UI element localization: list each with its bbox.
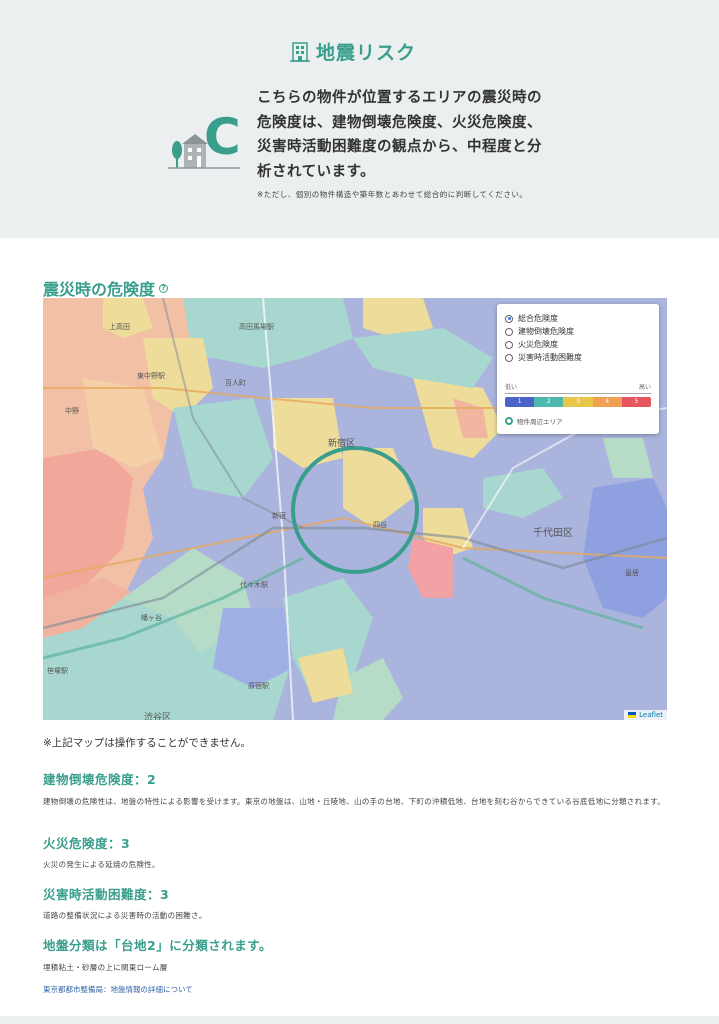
hazard-map: 上高田 東中野駅 中野 高田馬場駅 百人町 新宿区 新宿 四谷 千代田区 代々木… (43, 298, 667, 720)
map-label: 中野 (65, 407, 79, 415)
activity-risk-text: 道路の整備状況による災害時の活動の困難さ。 (43, 911, 207, 920)
fire-risk-text: 火災の発生による延焼の危険性。 (43, 860, 160, 869)
scale-arrow (505, 393, 651, 394)
scale-level-4: 4 (592, 397, 622, 407)
risk-grade: C (204, 108, 241, 166)
legend-option-activity[interactable]: 災害時活動困難度 (505, 351, 651, 364)
scale-labels: 低い 高い (505, 382, 651, 391)
scale-level-3: 3 (563, 397, 593, 407)
area-ring-icon (505, 417, 513, 425)
map-label: 新宿区 (328, 439, 356, 449)
map-label: 千代田区 (533, 528, 573, 539)
flag-icon (628, 712, 637, 718)
risk-note: ※ただし、個別の物件構造や築年数とあわせて総合的に判断してください。 (257, 190, 528, 199)
activity-risk-title: 災害時活動困難度：3 (43, 887, 170, 902)
map-label: 原宿駅 (248, 682, 269, 690)
legend-option-fire[interactable]: 火災危険度 (505, 338, 651, 351)
radio-fire[interactable] (505, 340, 513, 349)
legend-option-label: 火災危険度 (518, 340, 558, 349)
scale-level-5: 5 (621, 397, 651, 407)
scale-low-label: 低い (505, 384, 518, 391)
earthquake-risk-hero: 地震リスク C こちらの物件が位置するエリアの震災時の危険度は、建物倒壊危険度、… (0, 0, 719, 238)
risk-scale: 1 2 3 4 5 (505, 397, 651, 407)
map-note: ※上記マップは操作することができません。 (43, 737, 251, 749)
attribution-text[interactable]: Leaflet (639, 711, 663, 719)
hero-title: 地震リスク (290, 38, 416, 65)
ground-info-link[interactable]: 東京都都市整備局：地盤情報の詳細について (43, 984, 193, 995)
scale-high-label: 高い (638, 384, 651, 391)
question-circle-icon[interactable]: ? (159, 283, 169, 293)
fire-risk-title: 火災危険度：3 (43, 836, 131, 851)
legend-option-building[interactable]: 建物倒壊危険度 (505, 325, 651, 338)
map-label: 渋谷区 (144, 713, 172, 720)
map-label: 四谷 (373, 521, 387, 529)
area-key: 物件周辺エリア (505, 416, 651, 426)
map-legend: 総合危険度 建物倒壊危険度 火災危険度 災害時活動困難度 低い 高い 1 2 3… (497, 304, 659, 434)
building-risk-text: 建物倒壊の危険性は、地盤の特性による影響を受けます。東京の地盤は、山地・丘陵地、… (43, 797, 666, 806)
map-label: 百人町 (225, 379, 246, 387)
radio-building[interactable] (505, 327, 513, 336)
radio-activity[interactable] (505, 353, 513, 362)
building-icon (290, 41, 310, 62)
legend-option-total[interactable]: 総合危険度 (505, 312, 651, 325)
legend-option-label: 災害時活動困難度 (518, 353, 582, 362)
radio-total[interactable] (505, 314, 513, 323)
area-key-label: 物件周辺エリア (517, 418, 563, 426)
map-label: 上高田 (109, 323, 130, 331)
risk-description: こちらの物件が位置するエリアの震災時の危険度は、建物倒壊危険度、火災危険度、災害… (257, 90, 542, 180)
map-section-title-text: 震災時の危険度 (43, 280, 156, 299)
map-attribution[interactable]: Leaflet (624, 710, 667, 720)
building-risk-title: 建物倒壊危険度：2 (43, 772, 157, 787)
ground-class-text: 埋積粘土・砂層の上に関東ローム層 (43, 963, 168, 972)
bottom-bar (0, 1016, 719, 1024)
map-label: 皇居 (625, 569, 639, 577)
scale-level-2: 2 (534, 397, 564, 407)
map-section-title: 震災時の危険度 ? (43, 276, 169, 300)
scale-level-1: 1 (505, 397, 535, 407)
legend-option-label: 建物倒壊危険度 (518, 327, 574, 336)
legend-option-label: 総合危険度 (518, 314, 558, 323)
map-label: 新宿 (272, 512, 286, 520)
map-label: 代々木駅 (240, 581, 268, 589)
map-label: 東中野駅 (137, 372, 165, 380)
map-label: 高田馬場駅 (239, 323, 274, 331)
ground-class-title: 地盤分類は「台地2」に分類されます。 (43, 938, 272, 953)
map-label: 笹塚駅 (47, 667, 68, 675)
map-label: 幡ヶ谷 (141, 614, 162, 622)
hero-title-text: 地震リスク (316, 42, 417, 64)
